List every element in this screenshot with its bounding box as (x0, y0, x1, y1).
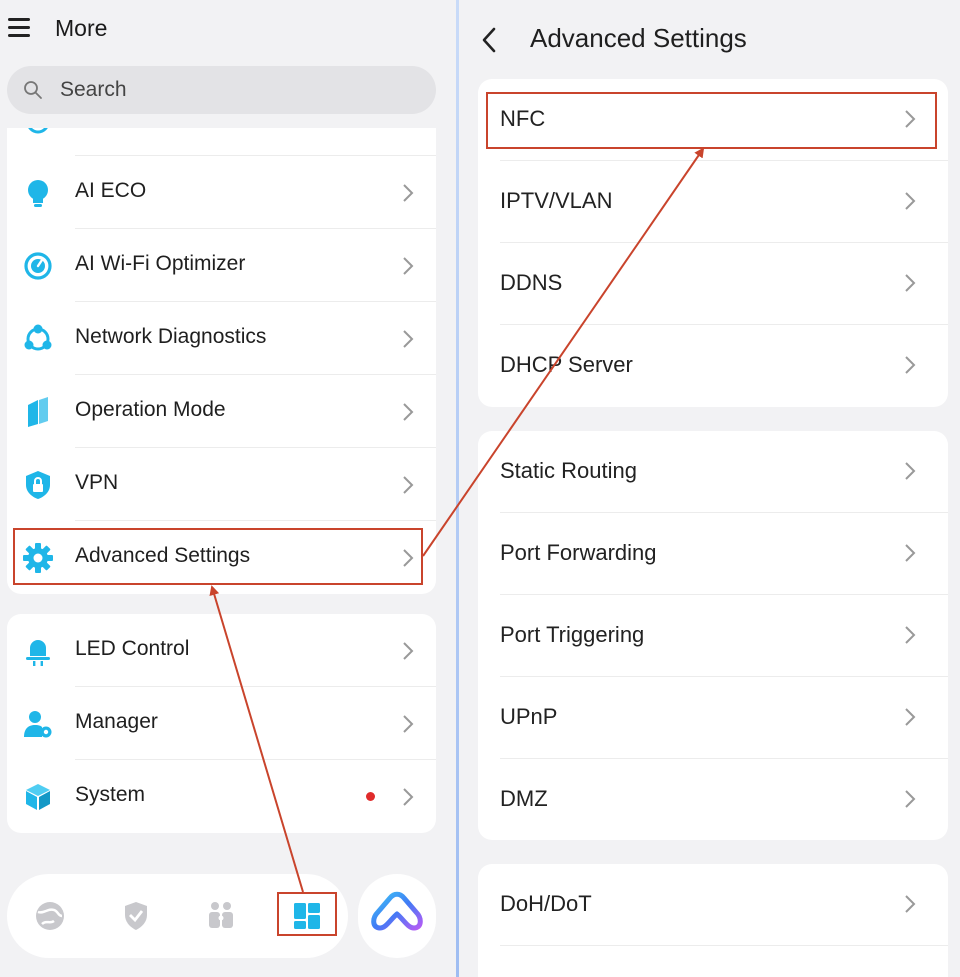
settings-item-label: DHCP Server (500, 352, 633, 377)
menu-item-label: Advanced Settings (75, 544, 251, 567)
menu-item-label: Operation Mode (75, 398, 226, 421)
menu-item-led-control[interactable]: LED Control (7, 614, 436, 687)
chevron-right-icon (403, 642, 414, 660)
menu-item-operation-mode[interactable]: Operation Mode (7, 375, 436, 448)
list-item-partial (7, 128, 436, 156)
tab-security[interactable] (114, 894, 158, 938)
chevron-right-icon (905, 626, 916, 644)
settings-item-label: DoH/DoT (500, 891, 592, 916)
chevron-right-icon (403, 184, 414, 202)
menu-item-label: AI Wi-Fi Optimizer (75, 252, 246, 275)
menu-item-manager[interactable]: Manager (7, 687, 436, 760)
settings-item-label: NFC (500, 106, 546, 131)
menu-item-label: VPN (75, 471, 119, 494)
settings-item-port-triggering[interactable]: Port Triggering (478, 595, 948, 677)
chevron-right-icon (905, 274, 916, 292)
menu-item-ai-eco[interactable]: AI ECO (7, 156, 436, 229)
chevron-right-icon (905, 192, 916, 210)
settings-item-label: IPTV/VLAN (500, 188, 613, 213)
settings-item-dmz[interactable]: DMZ (478, 759, 948, 840)
settings-group-2: Static Routing Port Forwarding Port Trig… (478, 431, 948, 840)
menu-item-label: LED Control (75, 637, 190, 660)
more-header: More (0, 0, 456, 62)
settings-item-label: Port Forwarding (500, 540, 657, 565)
gear-icon (23, 543, 53, 573)
network-diagnostics-icon (24, 324, 52, 351)
settings-item-port-forwarding[interactable]: Port Forwarding (478, 513, 948, 595)
globe-icon (36, 902, 64, 930)
chevron-right-icon (403, 403, 414, 421)
menu-item-label: Manager (75, 710, 158, 733)
tab-family[interactable] (199, 894, 243, 938)
chevron-right-icon (905, 895, 916, 913)
settings-item-doh-dot[interactable]: DoH/DoT (478, 864, 948, 946)
app-root: More Search AI ECO AI Wi-Fi Optimizer Ne… (0, 0, 960, 977)
settings-group-1: NFC IPTV/VLAN DDNS DHCP Server (478, 79, 948, 407)
menu-item-advanced-settings[interactable]: Advanced Settings (7, 521, 436, 594)
menu-item-ai-wifi-optimizer[interactable]: AI Wi-Fi Optimizer (7, 229, 436, 302)
chevron-right-icon (403, 257, 414, 275)
chevron-right-icon (403, 715, 414, 733)
led-icon (26, 640, 50, 666)
chevron-right-icon (403, 549, 414, 567)
menu-item-label: System (75, 783, 146, 806)
settings-item-nfc[interactable]: NFC (478, 79, 948, 161)
settings-item-label: DDNS (500, 270, 563, 295)
back-arrow-icon[interactable] (480, 26, 498, 54)
menu-item-vpn[interactable]: VPN (7, 448, 436, 521)
chevron-right-icon (403, 330, 414, 348)
bottom-tab-bar (7, 874, 348, 958)
settings-item-iptv-vlan[interactable]: IPTV/VLAN (478, 161, 948, 243)
settings-item-label: UPnP (500, 704, 558, 729)
more-menu-card: AI ECO AI Wi-Fi Optimizer Network Diagno… (7, 128, 436, 594)
chevron-right-icon (905, 790, 916, 808)
menu-item-label: AI ECO (75, 179, 147, 202)
menu-item-system[interactable]: System (7, 760, 436, 833)
page-title: More (55, 15, 108, 41)
ai-assistant-icon (371, 891, 423, 931)
chevron-right-icon (905, 544, 916, 562)
settings-group-3: DoH/DoT (478, 864, 948, 977)
settings-item-label: Port Triggering (500, 622, 645, 647)
lightbulb-icon (28, 180, 48, 207)
settings-item-ddns[interactable]: DDNS (478, 243, 948, 325)
settings-item-dhcp-server[interactable]: DHCP Server (478, 325, 948, 407)
menu-item-label: Network Diagnostics (75, 325, 267, 348)
clipped-icon (28, 128, 48, 134)
search-input[interactable]: Search (7, 66, 436, 114)
menu-item-network-diagnostics[interactable]: Network Diagnostics (7, 302, 436, 375)
advanced-settings-pane: Advanced Settings NFC IPTV/VLAN DDNS DHC… (459, 0, 960, 977)
settings-item-label: Static Routing (500, 458, 637, 483)
chevron-right-icon (403, 476, 414, 494)
settings-item-upnp[interactable]: UPnP (478, 677, 948, 759)
settings-item-static-routing[interactable]: Static Routing (478, 431, 948, 513)
tab-network[interactable] (28, 894, 72, 938)
chevron-right-icon (905, 356, 916, 374)
family-icon (209, 902, 233, 928)
more-grid-icon (294, 903, 320, 929)
shield-check-icon (125, 902, 147, 930)
manager-icon (24, 711, 52, 738)
operation-mode-icon (28, 397, 48, 427)
chevron-right-icon (905, 110, 916, 128)
chevron-right-icon (905, 708, 916, 726)
ai-assistant-button[interactable] (358, 874, 436, 958)
page-title: Advanced Settings (530, 23, 747, 53)
chevron-right-icon (905, 462, 916, 480)
search-placeholder: Search (60, 78, 127, 101)
tab-more[interactable] (285, 894, 329, 938)
notification-dot (366, 792, 375, 801)
vpn-shield-icon (26, 471, 50, 499)
system-cube-icon (26, 784, 50, 810)
optimizer-icon (24, 252, 52, 280)
hamburger-menu-icon[interactable] (8, 18, 30, 38)
settings-item-label: DMZ (500, 786, 548, 811)
more-menu-card-2: LED Control Manager System (7, 614, 436, 833)
chevron-right-icon (403, 788, 414, 806)
search-icon (24, 81, 42, 99)
more-pane: More Search AI ECO AI Wi-Fi Optimizer Ne… (0, 0, 456, 977)
